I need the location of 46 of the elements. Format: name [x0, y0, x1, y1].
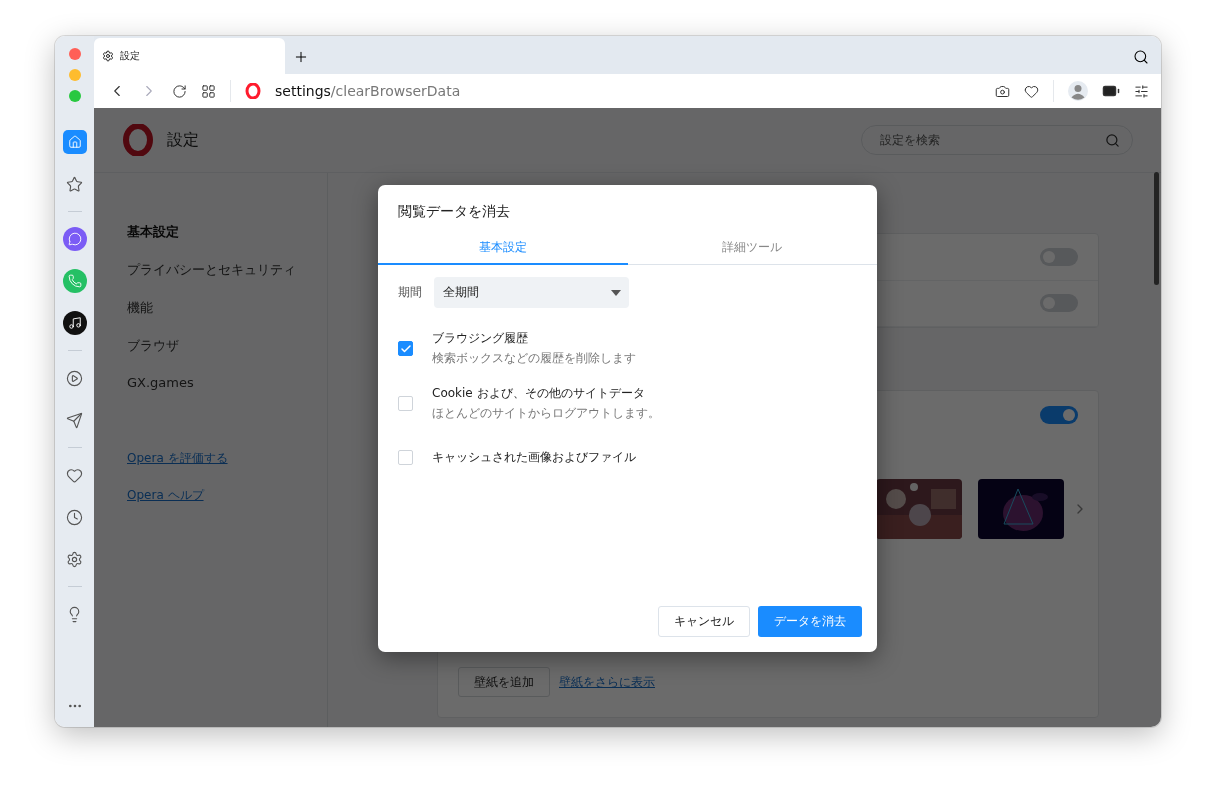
clear-data-button[interactable]: データを消去: [758, 606, 862, 637]
opera-logo-icon: [245, 83, 261, 99]
option-description: 検索ボックスなどの履歴を削除します: [432, 350, 636, 367]
option-label: ブラウジング履歴: [432, 330, 529, 347]
option-description: ほとんどのサイトからログアウトします。: [432, 405, 660, 422]
nav-item[interactable]: 基本設定: [127, 223, 327, 241]
camera-icon[interactable]: [995, 83, 1010, 99]
scrollbar-thumb[interactable]: [1154, 172, 1159, 285]
gear-icon: [102, 50, 114, 62]
period-label: 期間: [398, 284, 422, 301]
toggle-switch[interactable]: [1040, 406, 1078, 424]
settings-menu-icon[interactable]: [1134, 83, 1149, 99]
browser-tab[interactable]: 設定: [94, 38, 285, 74]
checkbox[interactable]: [398, 341, 413, 356]
reload-icon[interactable]: [172, 83, 187, 99]
nav-item[interactable]: プライバシーとセキュリティ: [127, 261, 327, 279]
home-icon[interactable]: [62, 130, 87, 154]
option-label: Cookie および、その他のサイトデータ: [432, 385, 646, 402]
close-window-button[interactable]: [68, 48, 81, 60]
nav-link[interactable]: Opera ヘルプ: [127, 487, 327, 504]
dialog-tab[interactable]: 基本設定: [378, 231, 628, 265]
nav-item[interactable]: ブラウザ: [127, 337, 327, 355]
search-field[interactable]: 設定を検索: [861, 125, 1133, 155]
nav-item[interactable]: GX.games: [127, 375, 327, 390]
add-wallpaper-button[interactable]: 壁紙を追加: [458, 667, 550, 697]
new-tab-icon[interactable]: [293, 49, 309, 65]
avatar-icon[interactable]: [1068, 81, 1088, 101]
nav-link[interactable]: Opera を評価する: [127, 450, 327, 467]
address-field[interactable]: settings/clearBrowserData: [275, 83, 461, 99]
dialog-title: 閲覧データを消去: [397, 202, 511, 221]
phone-icon[interactable]: [62, 269, 87, 293]
opera-logo-icon: [122, 124, 154, 156]
heart-icon[interactable]: [1024, 83, 1039, 99]
caret-icon: [611, 289, 621, 296]
nav-item[interactable]: 機能: [127, 299, 327, 317]
music-note-icon[interactable]: [62, 311, 87, 335]
page-title: 設定: [167, 129, 199, 151]
period-select[interactable]: 全期間: [434, 277, 629, 308]
search-icon[interactable]: [1133, 49, 1149, 65]
chat-bubble-icon[interactable]: [62, 227, 87, 251]
more-wallpapers-link[interactable]: 壁紙をさらに表示: [559, 673, 655, 691]
search-icon: [1105, 132, 1120, 148]
grid-icon[interactable]: [201, 83, 216, 99]
option-label: キャッシュされた画像およびファイル: [432, 448, 636, 466]
dialog-tab[interactable]: 詳細ツール: [627, 231, 877, 265]
cancel-button[interactable]: キャンセル: [658, 606, 750, 637]
